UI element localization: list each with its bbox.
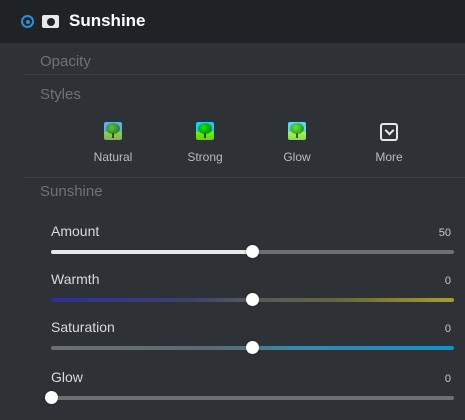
style-more-label: More — [375, 150, 403, 164]
saturation-thumb[interactable] — [246, 341, 259, 354]
glow-thumb[interactable] — [44, 391, 58, 404]
sunshine-section-label[interactable]: Sunshine — [40, 183, 103, 201]
panel-header[interactable]: Sunshine — [0, 0, 465, 43]
sunshine-panel: Sunshine Opacity Styles Natural Strong G… — [0, 0, 465, 420]
glow-label: Glow — [51, 369, 83, 385]
divider — [24, 74, 465, 75]
glow-value[interactable]: 0 — [445, 372, 451, 386]
style-glow-label: Glow — [283, 150, 311, 164]
divider — [24, 177, 465, 178]
warmth-value[interactable]: 0 — [445, 274, 451, 288]
style-natural-button[interactable]: Natural — [83, 122, 143, 168]
glow-track[interactable] — [51, 396, 454, 400]
panel-title: Sunshine — [69, 11, 146, 30]
warmth-label: Warmth — [51, 271, 100, 287]
style-natural-label: Natural — [93, 150, 133, 164]
amount-label: Amount — [51, 223, 100, 239]
tree-thumbnail-icon — [104, 122, 122, 140]
amount-value[interactable]: 50 — [439, 226, 451, 240]
opacity-label[interactable]: Opacity — [40, 53, 91, 71]
style-glow-button[interactable]: Glow — [267, 122, 327, 168]
amount-thumb[interactable] — [246, 245, 259, 258]
warmth-thumb[interactable] — [246, 293, 259, 306]
tree-thumbnail-icon — [196, 122, 214, 140]
chevron-down-box-icon — [380, 123, 398, 141]
radio-selected-icon[interactable] — [21, 15, 34, 28]
saturation-value[interactable]: 0 — [445, 322, 451, 336]
style-more-button[interactable]: More — [359, 122, 419, 168]
styles-label[interactable]: Styles — [40, 86, 81, 104]
tree-thumbnail-icon — [288, 122, 306, 140]
style-strong-label: Strong — [187, 150, 223, 164]
layer-mask-icon[interactable] — [42, 15, 59, 28]
style-strong-button[interactable]: Strong — [175, 122, 235, 168]
saturation-label: Saturation — [51, 319, 115, 335]
